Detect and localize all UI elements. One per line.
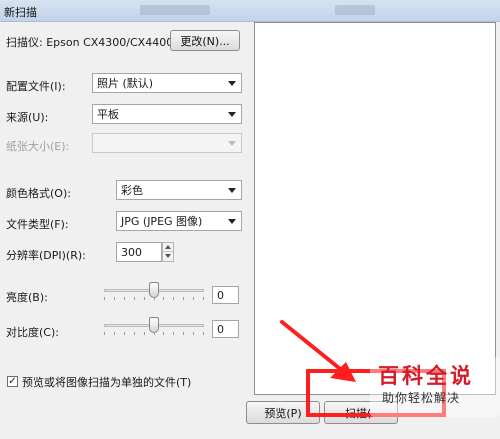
stepper-up-icon[interactable]	[163, 243, 173, 252]
dpi-stepper[interactable]	[162, 242, 174, 262]
watermark-brand: 百科全说	[378, 364, 474, 388]
source-label: 来源(U):	[6, 111, 49, 124]
dpi-label: 分辨率(DPI)(R):	[6, 249, 86, 262]
title-bar: 新扫描	[0, 0, 500, 22]
slider-tick	[193, 297, 194, 300]
slider-tick	[173, 297, 174, 300]
slider-tick	[144, 332, 145, 335]
slider-tick	[173, 332, 174, 335]
background-window-ghost	[140, 5, 210, 15]
contrast-label: 对比度(C):	[6, 326, 59, 339]
slider-tick	[104, 297, 105, 300]
chevron-down-icon	[228, 141, 236, 146]
source-value: 平板	[97, 108, 119, 121]
slider-tick	[114, 297, 115, 300]
source-dropdown[interactable]: 平板	[92, 104, 242, 124]
dpi-input[interactable]: 300	[116, 242, 162, 262]
slider-tick	[134, 297, 135, 300]
file-type-label: 文件类型(F):	[6, 218, 69, 231]
chevron-down-icon	[228, 112, 236, 117]
paper-size-label: 纸张大小(E):	[6, 140, 70, 153]
profile-dropdown[interactable]: 照片 (默认)	[92, 73, 242, 93]
chevron-down-icon	[228, 81, 236, 86]
window-title: 新扫描	[4, 6, 37, 19]
contrast-input[interactable]: 0	[212, 320, 239, 338]
slider-tick	[154, 297, 155, 300]
slider-tick	[203, 297, 204, 300]
file-type-value: JPG (JPEG 图像)	[121, 215, 203, 228]
background-window-ghost	[335, 5, 375, 15]
slider-tick	[193, 332, 194, 335]
brightness-label: 亮度(B):	[6, 291, 48, 304]
scanner-label: 扫描仪: Epson CX4300/CX4400/...	[6, 36, 188, 49]
separate-files-checkbox[interactable]: ✓	[7, 376, 18, 387]
brightness-slider[interactable]	[104, 282, 204, 302]
color-format-dropdown[interactable]: 彩色	[116, 180, 242, 200]
slider-tick	[183, 332, 184, 335]
slider-tick	[183, 297, 184, 300]
annotation-arrow-icon	[280, 320, 356, 382]
separate-files-label: 预览或将图像扫描为单独的文件(T)	[22, 376, 192, 389]
change-scanner-button[interactable]: 更改(N)...	[170, 30, 240, 51]
slider-tick	[163, 297, 164, 300]
profile-value: 照片 (默认)	[97, 77, 154, 90]
color-format-value: 彩色	[121, 184, 143, 197]
slider-tick	[154, 332, 155, 335]
slider-tick	[163, 332, 164, 335]
chevron-down-icon	[228, 188, 236, 193]
slider-thumb[interactable]	[149, 317, 159, 333]
color-format-label: 颜色格式(O):	[6, 187, 71, 200]
file-type-dropdown[interactable]: JPG (JPEG 图像)	[116, 211, 242, 231]
slider-tick	[124, 332, 125, 335]
brightness-input[interactable]: 0	[212, 286, 239, 304]
slider-tick	[144, 297, 145, 300]
slider-tick	[124, 297, 125, 300]
stepper-down-icon[interactable]	[163, 252, 173, 261]
slider-tick	[104, 332, 105, 335]
paper-size-dropdown	[92, 133, 242, 153]
settings-panel: 扫描仪: Epson CX4300/CX4400/... 更改(N)... 配置…	[0, 22, 250, 439]
slider-tick	[114, 332, 115, 335]
slider-tick	[134, 332, 135, 335]
slider-thumb[interactable]	[149, 282, 159, 298]
contrast-slider[interactable]	[104, 317, 204, 337]
watermark-tagline: 助你轻松解决	[382, 391, 461, 405]
chevron-down-icon	[228, 219, 236, 224]
slider-tick	[203, 332, 204, 335]
profile-label: 配置文件(I):	[6, 80, 66, 93]
